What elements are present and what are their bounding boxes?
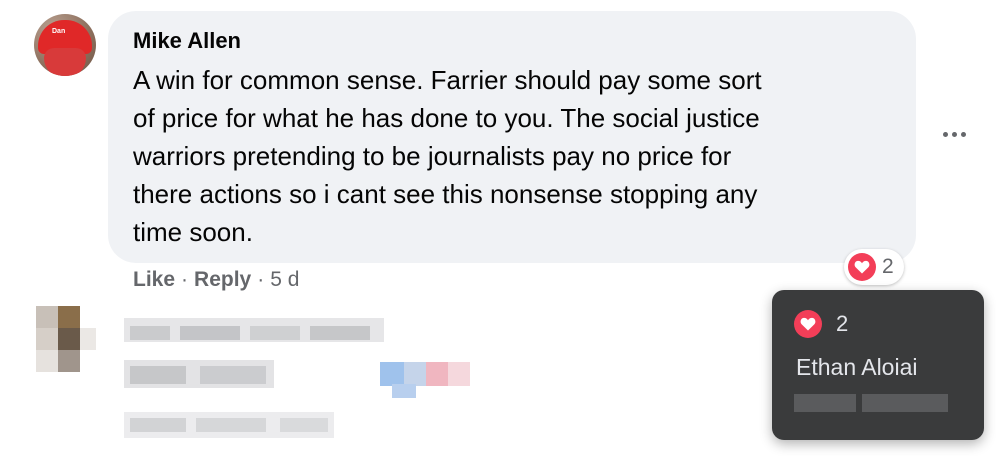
comment-text-line: time soon. — [133, 217, 253, 247]
more-dot — [942, 131, 948, 137]
comment-text-line: A win for common sense. Farrier should p… — [133, 65, 762, 95]
reaction-summary[interactable]: 2 — [844, 249, 904, 285]
tooltip-blurred-name — [794, 394, 962, 414]
avatar[interactable]: Dan — [34, 14, 96, 76]
reply-button[interactable]: Reply — [194, 268, 251, 292]
action-separator: · — [181, 268, 189, 291]
like-button[interactable]: Like — [133, 268, 175, 292]
more-options-icon[interactable] — [937, 124, 971, 144]
comment-timestamp[interactable]: 5 d — [270, 268, 299, 292]
comment-text-line: there actions so i cant see this nonsens… — [133, 179, 758, 209]
reactions-tooltip: 2 Ethan Aloiai — [772, 290, 984, 440]
comment-text-line: of price for what he has done to you. Th… — [133, 103, 760, 133]
more-dot — [960, 131, 966, 137]
reaction-count: 2 — [882, 255, 894, 278]
heart-icon — [794, 310, 822, 338]
avatar-face — [44, 48, 86, 76]
heart-icon — [848, 253, 876, 281]
action-separator: · — [257, 268, 265, 291]
comment-text-line: warriors pretending to be journalists pa… — [133, 141, 732, 171]
tooltip-count: 2 — [836, 311, 849, 336]
more-dot — [951, 131, 957, 137]
comment-actions: Like · Reply · 5 d — [133, 268, 299, 292]
tooltip-header: 2 — [794, 310, 848, 338]
avatar-cap-text: Dan — [52, 28, 66, 35]
comment-author[interactable]: Mike Allen — [133, 28, 241, 54]
comment-text: A win for common sense. Farrier should p… — [133, 61, 903, 251]
tooltip-name: Ethan Aloiai — [796, 354, 918, 380]
